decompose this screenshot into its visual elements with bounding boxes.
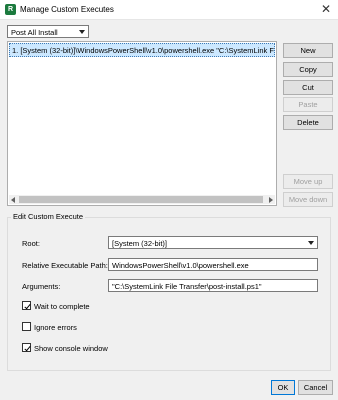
relative-path-label: Relative Executable Path: — [22, 261, 108, 270]
wait-to-complete-checkbox[interactable] — [22, 301, 31, 310]
close-icon[interactable]: ✕ — [318, 1, 334, 18]
execute-list[interactable]: 1. [System (32-bit)]\WindowsPowerShell\v… — [7, 41, 277, 206]
root-select[interactable]: [System (32-bit)] — [108, 236, 318, 249]
scrollbar-thumb[interactable] — [19, 196, 263, 203]
relative-path-value: WindowsPowerShell\v1.0\powershell.exe — [112, 261, 249, 270]
copy-button[interactable]: Copy — [283, 62, 333, 77]
delete-button[interactable]: Delete — [283, 115, 333, 130]
move-up-button[interactable]: Move up — [283, 174, 333, 189]
ignore-errors-label[interactable]: Ignore errors — [34, 323, 77, 332]
wait-to-complete-label[interactable]: Wait to complete — [34, 302, 90, 311]
show-console-window-checkbox[interactable] — [22, 343, 31, 352]
horizontal-scrollbar[interactable] — [9, 195, 275, 204]
scroll-left-icon[interactable] — [11, 197, 15, 203]
list-item[interactable]: 1. [System (32-bit)]\WindowsPowerShell\v… — [9, 43, 275, 57]
show-console-window-label[interactable]: Show console window — [34, 344, 108, 353]
group-title: Edit Custom Execute — [11, 212, 86, 221]
scroll-right-icon[interactable] — [269, 197, 273, 203]
chevron-down-icon — [308, 241, 314, 245]
move-down-button[interactable]: Move down — [283, 192, 333, 207]
arguments-label: Arguments: — [22, 282, 61, 291]
ignore-errors-checkbox[interactable] — [22, 322, 31, 331]
cut-button[interactable]: Cut — [283, 80, 333, 95]
root-select-value: [System (32-bit)] — [112, 239, 168, 248]
chevron-down-icon — [79, 30, 85, 34]
list-item-text: 1. [System (32-bit)]\WindowsPowerShell\v… — [12, 46, 275, 55]
ok-button[interactable]: OK — [271, 380, 295, 395]
paste-button[interactable]: Paste — [283, 97, 333, 112]
root-label: Root: — [22, 239, 40, 248]
rx-logo-icon: R — [5, 4, 16, 15]
phase-select[interactable]: Post All Install — [7, 25, 89, 38]
window-title: Manage Custom Executes — [20, 5, 114, 14]
relative-path-input[interactable]: WindowsPowerShell\v1.0\powershell.exe — [108, 258, 318, 271]
new-button[interactable]: New — [283, 43, 333, 58]
phase-select-value: Post All Install — [11, 28, 58, 37]
arguments-input[interactable]: "C:\SystemLink File Transfer\post-instal… — [108, 279, 318, 292]
title-bar: R Manage Custom Executes ✕ — [0, 0, 338, 20]
cancel-button[interactable]: Cancel — [298, 380, 333, 395]
arguments-value: "C:\SystemLink File Transfer\post-instal… — [112, 282, 262, 291]
